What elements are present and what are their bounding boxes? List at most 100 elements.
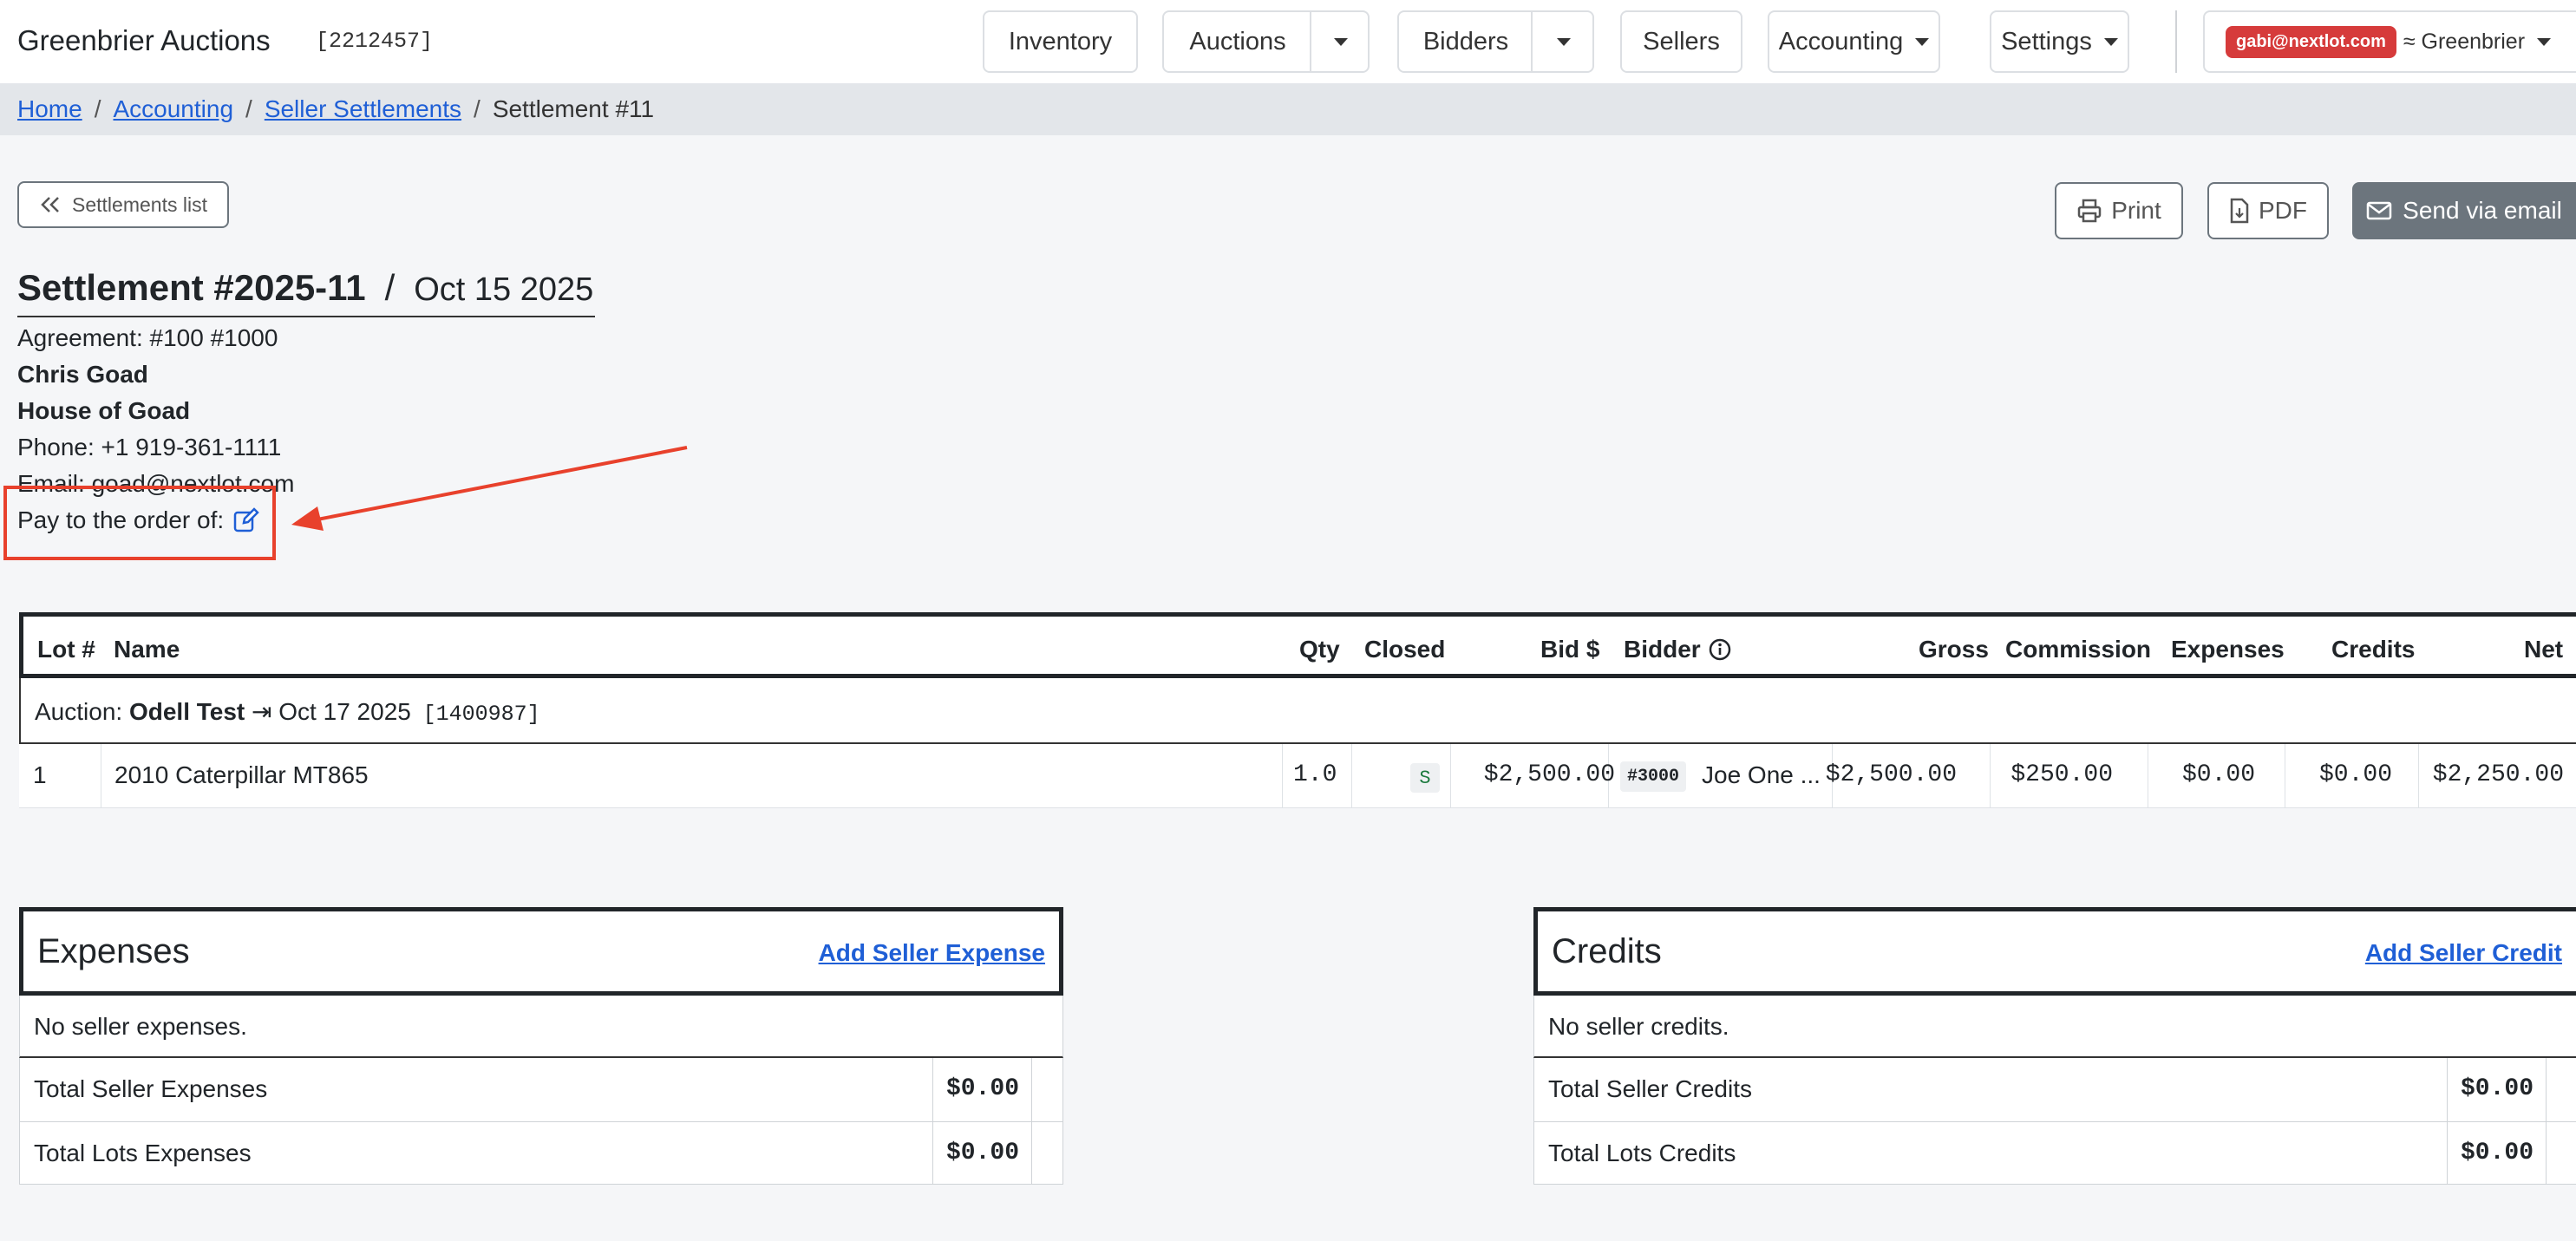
send-via-email-label: Send via email [2403, 197, 2562, 224]
printer-icon [2077, 199, 2102, 223]
auction-date: Oct 17 2025 [278, 698, 411, 725]
expenses-empty-row: No seller expenses. [19, 996, 1063, 1058]
breadcrumb-separator: / [94, 95, 101, 122]
breadcrumb-accounting[interactable]: Accounting [113, 95, 233, 122]
nav-bidders-button[interactable]: Bidders [1399, 28, 1533, 56]
org-name: ≈ Greenbrier [2403, 29, 2526, 54]
lots-table-header: Lot # Name Qty Closed Bid $ Bidder Gross… [19, 612, 2576, 678]
heading-slash: / [384, 267, 396, 308]
total-lots-expenses-row: Total Lots Expenses $0.00 [19, 1122, 1063, 1185]
pdf-label: PDF [2259, 197, 2307, 224]
add-seller-expense-link[interactable]: Add Seller Expense [819, 939, 1045, 967]
caret-down-icon [2103, 37, 2118, 46]
nav-accounting-dropdown[interactable]: Accounting [1768, 10, 1940, 73]
col-lot: Lot # [37, 636, 95, 663]
lot-commission: $250.00 [2010, 761, 2113, 788]
file-download-icon [2230, 198, 2249, 224]
nav-auctions-split: Auctions [1162, 10, 1370, 73]
total-seller-credits-label: Total Seller Credits [1548, 1075, 1752, 1102]
cell-divider [2546, 1122, 2547, 1184]
nav-auctions-dropdown[interactable] [1311, 12, 1370, 71]
nav-settings-label: Settings [2001, 27, 2092, 56]
col-bidder: Bidder [1624, 636, 1732, 663]
caret-down-icon [1333, 37, 1348, 46]
caret-down-icon [1915, 37, 1930, 46]
credits-panel-header: Credits Add Seller Credit [1533, 907, 2576, 996]
seller-phone: Phone: +1 919-361-1111 [17, 434, 282, 460]
brand-id: [2212457] [316, 29, 434, 54]
breadcrumb-separator: / [245, 95, 252, 122]
total-seller-credits-row: Total Seller Credits $0.00 [1533, 1058, 2576, 1122]
cell-divider [2418, 744, 2419, 807]
cell-divider [1450, 744, 1451, 807]
auction-group-row: Auction: Odell Test ⇥ Oct 17 2025 [14009… [19, 678, 2576, 744]
nav-sellers-button[interactable]: Sellers [1620, 10, 1742, 73]
total-lots-credits-row: Total Lots Credits $0.00 [1533, 1122, 2576, 1185]
send-via-email-button[interactable]: Send via email [2352, 182, 2576, 239]
nav-auctions-button[interactable]: Auctions [1164, 28, 1311, 56]
lot-number: 1 [33, 761, 47, 788]
add-seller-credit-link[interactable]: Add Seller Credit [2365, 939, 2562, 967]
auction-prefix: Auction: [35, 698, 123, 725]
table-row[interactable]: 1 2010 Caterpillar MT865 1.0 S $2,500.00… [19, 744, 2576, 808]
total-lots-credits-value: $0.00 [2461, 1140, 2534, 1166]
settlement-heading: Settlement #2025-11 / Oct 15 2025 [17, 267, 596, 317]
print-label: Print [2111, 197, 2161, 224]
annotation-highlight-box [3, 486, 276, 560]
settlement-title: Settlement #2025-11 [17, 267, 366, 308]
cell-divider [1031, 1122, 1032, 1184]
nav-settings-dropdown[interactable]: Settings [1990, 10, 2129, 73]
settlements-list-button[interactable]: Settlements list [17, 181, 229, 228]
annotation-arrow-icon [291, 446, 688, 531]
bidder-number-badge: #3000 [1620, 761, 1687, 792]
lot-expenses: $0.00 [2181, 761, 2255, 788]
brand-name[interactable]: Greenbrier Auctions [17, 24, 271, 57]
cell-divider [1031, 1058, 1032, 1121]
credits-empty-row: No seller credits. [1533, 996, 2576, 1058]
pdf-button[interactable]: PDF [2207, 182, 2329, 239]
expenses-panel-header: Expenses Add Seller Expense [19, 907, 1063, 996]
lot-bid: $2,500.00 [1483, 761, 1615, 788]
col-bid: Bid $ [1540, 636, 1600, 663]
credits-empty-text: No seller credits. [1548, 1013, 1729, 1040]
credits-title: Credits [1552, 932, 1662, 970]
top-navbar: Greenbrier Auctions [2212457] Inventory … [0, 0, 2576, 84]
col-gross: Gross [1919, 636, 1989, 663]
print-button[interactable]: Print [2055, 182, 2183, 239]
lot-gross: $2,500.00 [1825, 761, 1957, 788]
cell-divider [1990, 744, 1991, 807]
user-menu-dropdown[interactable]: gabi@nextlot.com ≈ Greenbrier [2203, 10, 2576, 73]
breadcrumb-bar: Home / Accounting / Seller Settlements / Settl… [0, 83, 2576, 135]
breadcrumb: Home / Accounting / Seller Settlements / Settl… [17, 95, 654, 123]
cell-divider [2546, 1058, 2547, 1121]
breadcrumb-seller-settlements[interactable]: Seller Settlements [265, 95, 461, 122]
col-commission: Commission [2005, 636, 2152, 663]
total-seller-expenses-row: Total Seller Expenses $0.00 [19, 1058, 1063, 1122]
caret-down-icon [2537, 37, 2552, 46]
total-lots-expenses-value: $0.00 [946, 1140, 1020, 1166]
auction-name[interactable]: Odell Test [129, 698, 245, 725]
expenses-empty-text: No seller expenses. [34, 1013, 247, 1040]
col-qty: Qty [1299, 636, 1340, 663]
breadcrumb-home[interactable]: Home [17, 95, 82, 122]
total-seller-expenses-value: $0.00 [946, 1075, 1020, 1102]
double-chevron-left-icon [41, 197, 59, 212]
breadcrumb-current: Settlement #11 [492, 95, 655, 122]
info-icon[interactable] [1708, 637, 1732, 662]
nav-inventory-button[interactable]: Inventory [983, 10, 1138, 73]
auction-info: Auction: Odell Test ⇥ Oct 17 2025 [14009… [35, 697, 540, 727]
cell-divider [1282, 744, 1283, 807]
total-lots-credits-label: Total Lots Credits [1548, 1140, 1736, 1166]
auction-arrow-icon: ⇥ [252, 698, 272, 725]
total-lots-expenses-label: Total Lots Expenses [34, 1140, 252, 1166]
bidder-name[interactable]: Joe One ... [1702, 761, 1821, 789]
settlement-date: Oct 15 2025 [414, 271, 594, 308]
col-net: Net [2524, 636, 2564, 663]
lot-name[interactable]: 2010 Caterpillar MT865 [114, 761, 369, 789]
col-closed: Closed [1364, 636, 1446, 663]
lot-credits: $0.00 [2318, 761, 2392, 788]
seller-company: House of Goad [17, 397, 191, 424]
nav-accounting-label: Accounting [1778, 27, 1904, 56]
nav-bidders-dropdown[interactable] [1533, 12, 1594, 71]
expenses-title: Expenses [37, 932, 190, 970]
